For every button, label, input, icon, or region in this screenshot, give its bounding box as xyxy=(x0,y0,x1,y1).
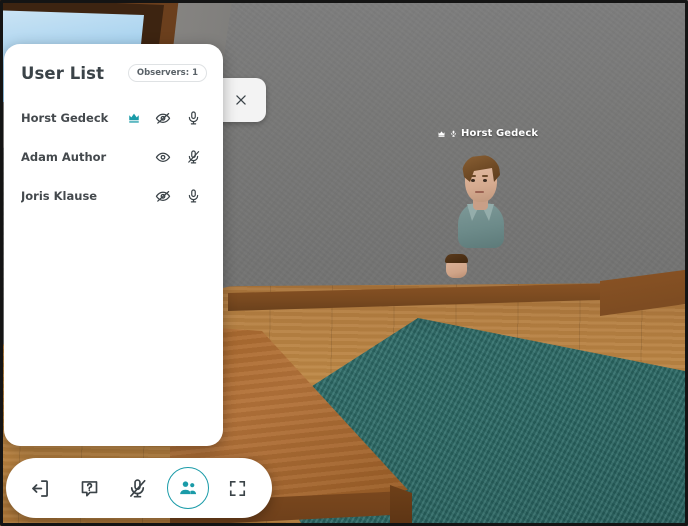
eye-off-icon[interactable] xyxy=(147,110,178,126)
user-list-header: User List Observers: 1 xyxy=(4,44,223,86)
help-button[interactable] xyxy=(69,468,109,508)
page-title: User List xyxy=(21,63,105,83)
standing-avatar[interactable] xyxy=(452,152,508,248)
table-row[interactable]: Joris Klause xyxy=(4,176,223,215)
microphone-button[interactable] xyxy=(118,468,158,508)
avatar-eye-right xyxy=(483,179,487,182)
peeking-avatar-hair xyxy=(445,254,468,263)
eye-off-icon[interactable] xyxy=(147,188,178,204)
close-icon xyxy=(234,93,248,107)
avatar-nametag: Horst Gedeck xyxy=(437,128,538,139)
avatar-brow-right xyxy=(482,175,488,177)
user-name: Adam Author xyxy=(21,149,107,164)
avatar-mouth xyxy=(475,191,484,193)
mic-on-icon[interactable] xyxy=(178,110,209,126)
user-name: Joris Klause xyxy=(21,188,98,203)
leave-room-button[interactable] xyxy=(20,468,60,508)
avatar-eye-left xyxy=(471,179,475,182)
user-list-button[interactable] xyxy=(166,467,209,509)
app-root: Horst Gedeck User List Observers: 1 Hors… xyxy=(0,0,688,526)
mic-off-icon xyxy=(127,478,148,499)
exit-icon xyxy=(30,478,51,499)
user-list-panel: User List Observers: 1 Horst Gedeck Adam… xyxy=(4,44,223,446)
table-row[interactable]: Adam Author xyxy=(4,137,223,176)
eye-on-icon[interactable] xyxy=(147,149,178,165)
fullscreen-icon xyxy=(228,479,247,498)
mic-off-icon[interactable] xyxy=(178,149,209,165)
observers-badge: Observers: 1 xyxy=(127,64,207,82)
fullscreen-button[interactable] xyxy=(218,468,258,508)
crown-icon xyxy=(437,130,446,138)
mic-on-icon xyxy=(450,129,457,138)
help-bubble-icon xyxy=(79,478,100,499)
mic-on-icon[interactable] xyxy=(178,188,209,204)
user-name: Horst Gedeck xyxy=(21,110,109,125)
nametag-label: Horst Gedeck xyxy=(461,128,539,139)
people-icon xyxy=(178,478,198,498)
user-rows-container: Horst Gedeck Adam Author Joris Klause xyxy=(4,86,223,215)
bottom-toolbar xyxy=(6,458,272,518)
moderator-crown-icon xyxy=(121,112,147,124)
peeking-avatar[interactable] xyxy=(444,254,470,278)
table-row[interactable]: Horst Gedeck xyxy=(4,98,223,137)
